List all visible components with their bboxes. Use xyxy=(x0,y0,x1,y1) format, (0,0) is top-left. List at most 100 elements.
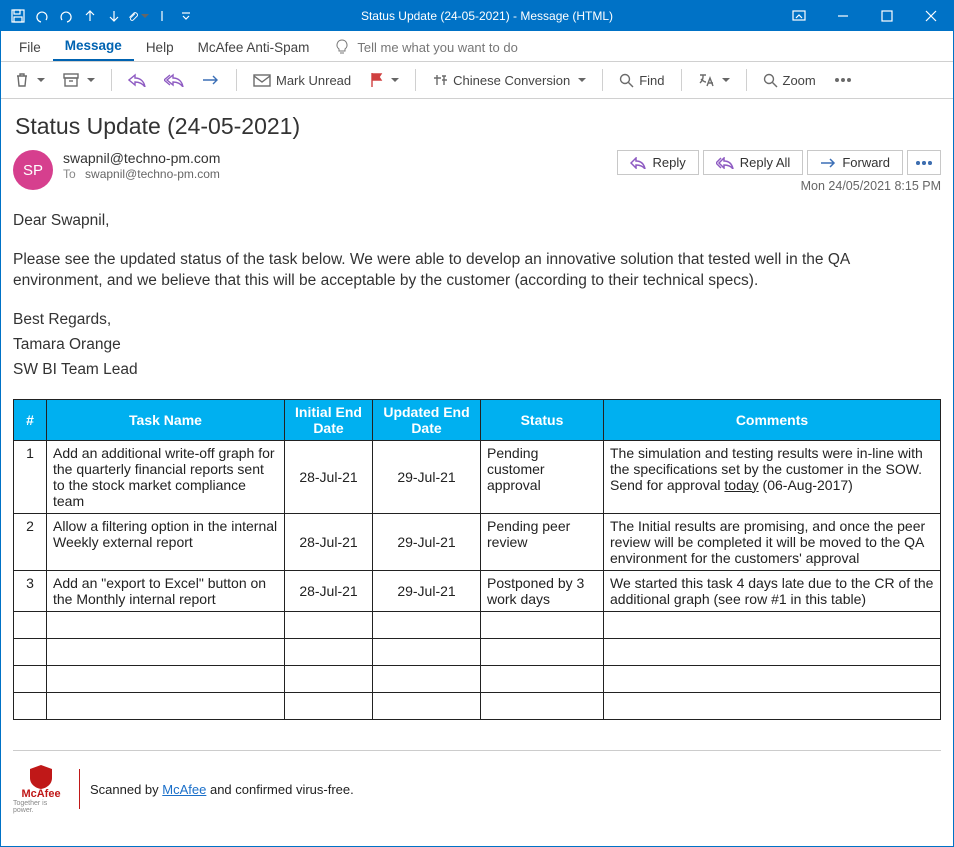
attach-dropdown-icon[interactable] xyxy=(127,1,149,31)
col-num: # xyxy=(14,399,47,440)
more-actions[interactable] xyxy=(907,150,941,175)
window-title: Status Update (24-05-2021) - Message (HT… xyxy=(197,9,777,23)
row-task: Add an "export to Excel" button on the M… xyxy=(47,570,285,611)
table-row-empty xyxy=(14,638,941,665)
mcafee-link[interactable]: McAfee xyxy=(162,782,206,797)
translate-button[interactable] xyxy=(692,63,736,97)
col-status: Status xyxy=(481,399,604,440)
avatar[interactable]: SP xyxy=(13,150,53,190)
forward-button[interactable] xyxy=(196,63,226,97)
quick-access-toolbar xyxy=(1,1,197,31)
regards-1: Best Regards, xyxy=(13,310,941,331)
more-button[interactable] xyxy=(828,63,858,97)
mail-header: SP swapnil@techno-pm.com To swapnil@tech… xyxy=(13,150,941,193)
reply-action[interactable]: Reply xyxy=(617,150,698,175)
row-num: 2 xyxy=(14,513,47,570)
maximize-icon[interactable] xyxy=(865,1,909,31)
table-row-empty xyxy=(14,665,941,692)
tab-mcafee-antispam[interactable]: McAfee Anti-Spam xyxy=(186,34,322,61)
forward-action[interactable]: Forward xyxy=(807,150,903,175)
greeting: Dear Swapnil, xyxy=(13,211,941,232)
row-num: 3 xyxy=(14,570,47,611)
separator xyxy=(681,69,682,91)
col-task: Task Name xyxy=(47,399,285,440)
row-status: Pending customer approval xyxy=(481,440,604,513)
to-label: To xyxy=(63,167,76,181)
table-row-empty xyxy=(14,692,941,719)
ribbon-display-icon[interactable] xyxy=(777,1,821,31)
zoom-label: Zoom xyxy=(783,73,816,88)
row-updated: 29-Jul-21 xyxy=(373,440,481,513)
reply-all-button[interactable] xyxy=(158,63,190,97)
redo-icon[interactable] xyxy=(55,1,77,31)
row-comments: We started this task 4 days late due to … xyxy=(604,570,941,611)
ribbon-toolbar: Mark Unread Chinese Conversion Find Zoom xyxy=(1,62,953,99)
up-arrow-icon[interactable] xyxy=(79,1,101,31)
down-arrow-icon[interactable] xyxy=(103,1,125,31)
row-initial: 28-Jul-21 xyxy=(285,570,373,611)
row-updated: 29-Jul-21 xyxy=(373,570,481,611)
separator xyxy=(111,69,112,91)
table-row: 3 Add an "export to Excel" button on the… xyxy=(14,570,941,611)
mail-actions: Reply Reply All Forward Mon 24/05/2021 8… xyxy=(617,150,941,193)
undo-icon[interactable] xyxy=(31,1,53,31)
title-bar: Status Update (24-05-2021) - Message (HT… xyxy=(1,1,953,31)
mcafee-text: Scanned by McAfee and confirmed virus-fr… xyxy=(90,782,354,797)
separator xyxy=(602,69,603,91)
minimize-icon[interactable] xyxy=(821,1,865,31)
to-email: swapnil@techno-pm.com xyxy=(85,167,220,181)
tab-help[interactable]: Help xyxy=(134,34,186,61)
row-comments: The Initial results are promising, and o… xyxy=(604,513,941,570)
mark-unread-button[interactable]: Mark Unread xyxy=(247,63,357,97)
mark-unread-label: Mark Unread xyxy=(276,73,351,88)
zoom-button[interactable]: Zoom xyxy=(757,63,822,97)
outlook-message-window: Status Update (24-05-2021) - Message (HT… xyxy=(0,0,954,847)
subject: Status Update (24-05-2021) xyxy=(15,113,941,140)
row-num: 1 xyxy=(14,440,47,513)
save-icon[interactable] xyxy=(7,1,29,31)
reply-all-action[interactable]: Reply All xyxy=(703,150,804,175)
tell-me[interactable]: Tell me what you want to do xyxy=(335,39,517,61)
reply-button[interactable] xyxy=(122,63,152,97)
tab-file[interactable]: File xyxy=(7,34,53,61)
chinese-conversion-button[interactable]: Chinese Conversion xyxy=(426,63,592,97)
tab-message[interactable]: Message xyxy=(53,32,134,61)
mcafee-logo: McAfee Together is power. xyxy=(13,765,69,814)
mail-body: Status Update (24-05-2021) SP swapnil@te… xyxy=(1,99,953,846)
separator xyxy=(236,69,237,91)
row-initial: 28-Jul-21 xyxy=(285,513,373,570)
table-row-empty xyxy=(14,611,941,638)
from-block: swapnil@techno-pm.com To swapnil@techno-… xyxy=(63,150,607,181)
received-timestamp: Mon 24/05/2021 8:15 PM xyxy=(801,179,941,193)
window-controls xyxy=(777,1,953,31)
close-icon[interactable] xyxy=(909,1,953,31)
col-comments: Comments xyxy=(604,399,941,440)
qat-separator xyxy=(151,1,173,31)
mail-content: Dear Swapnil, Please see the updated sta… xyxy=(13,211,941,381)
separator xyxy=(415,69,416,91)
body-paragraph: Please see the updated status of the tas… xyxy=(13,250,941,292)
col-updated: Updated End Date xyxy=(373,399,481,440)
mcafee-bar xyxy=(79,769,80,809)
from-email: swapnil@techno-pm.com xyxy=(63,150,607,166)
ribbon-tabs: File Message Help McAfee Anti-Spam Tell … xyxy=(1,31,953,62)
mcafee-tagline: Together is power. xyxy=(13,800,69,814)
delete-button[interactable] xyxy=(9,63,51,97)
row-updated: 29-Jul-21 xyxy=(373,513,481,570)
table-row: 2 Allow a filtering option in the intern… xyxy=(14,513,941,570)
mcafee-separator xyxy=(13,750,941,751)
reply-label: Reply xyxy=(652,155,685,170)
flag-button[interactable] xyxy=(363,63,405,97)
row-status: Pending peer review xyxy=(481,513,604,570)
separator xyxy=(746,69,747,91)
row-task: Add an additional write-off graph for th… xyxy=(47,440,285,513)
archive-button[interactable] xyxy=(57,63,101,97)
find-button[interactable]: Find xyxy=(613,63,670,97)
row-task: Allow a filtering option in the internal… xyxy=(47,513,285,570)
row-initial: 28-Jul-21 xyxy=(285,440,373,513)
tell-me-text: Tell me what you want to do xyxy=(357,40,517,55)
row-comments: The simulation and testing results were … xyxy=(604,440,941,513)
qat-customize-icon[interactable] xyxy=(175,1,197,31)
table-row: 1 Add an additional write-off graph for … xyxy=(14,440,941,513)
mcafee-footer: McAfee Together is power. Scanned by McA… xyxy=(13,765,941,814)
